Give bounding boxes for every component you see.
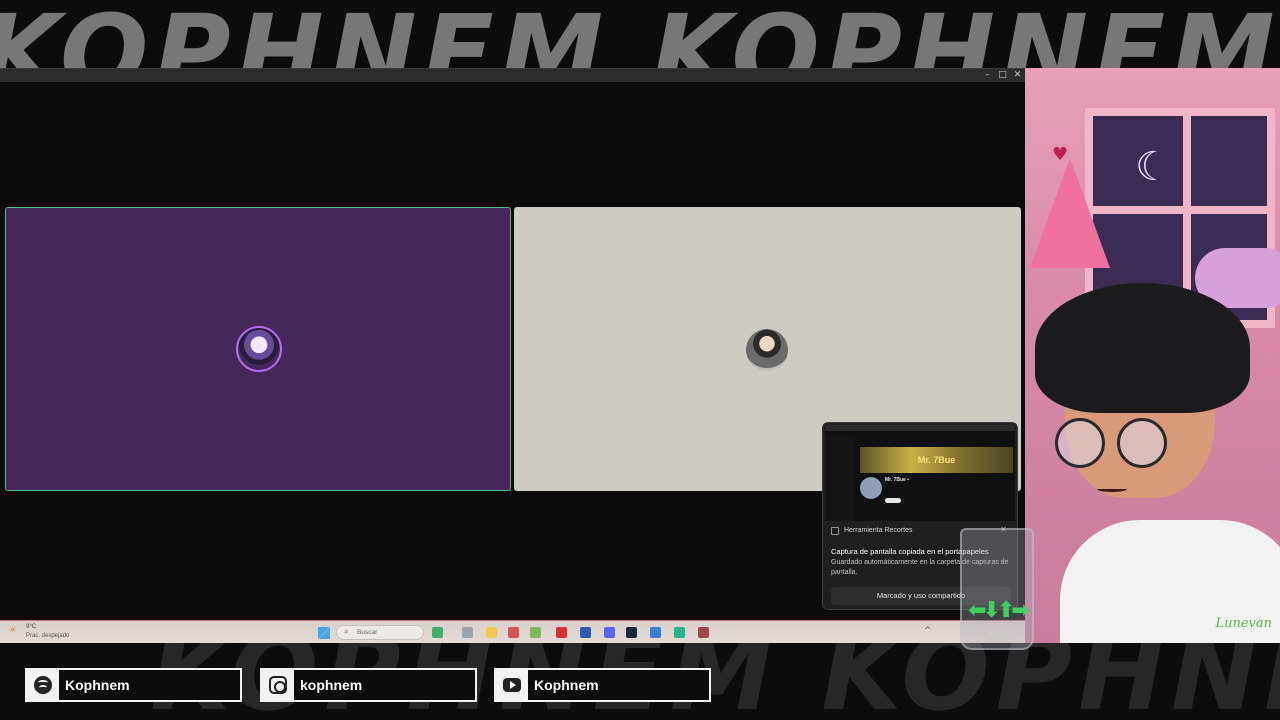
store-icon[interactable] xyxy=(508,627,519,638)
word-icon[interactable] xyxy=(580,627,591,638)
game-icon[interactable] xyxy=(698,627,709,638)
spotify-badge: Kophnem xyxy=(25,668,242,702)
preview-channel-name: Mr. 7Bue • xyxy=(885,477,909,483)
heart-icon: ♥ xyxy=(1052,144,1069,165)
spotify-icon xyxy=(34,676,52,694)
tray-chevron-icon[interactable]: ^ xyxy=(924,626,932,636)
instagram-icon xyxy=(269,676,287,694)
spotify-handle: Kophnem xyxy=(65,677,130,693)
lamp-icon xyxy=(1030,158,1110,268)
glasses-lens-left xyxy=(1055,418,1105,468)
preview-channel-avatar xyxy=(860,477,882,499)
preview-subscribe-button xyxy=(885,498,901,503)
social-icon-box xyxy=(27,670,59,700)
weather-description[interactable]: Prac. despejado xyxy=(26,633,69,639)
search-icon: ⌕ xyxy=(344,627,349,636)
character-mouth xyxy=(1097,486,1127,492)
folder-icon[interactable] xyxy=(486,627,497,638)
arrow-keys-icon: ⬅⬇⬆➡ xyxy=(968,598,1030,623)
weather-temperature[interactable]: 9°C xyxy=(26,624,36,630)
youtube-handle: Kophnem xyxy=(534,677,599,693)
character-hair xyxy=(1035,283,1250,413)
preview-channel-banner: Mr. 7Bue xyxy=(860,447,1013,473)
minecraft-icon[interactable] xyxy=(530,627,541,638)
brave-icon[interactable] xyxy=(556,627,567,638)
clock-date[interactable]: 4/9/2023 xyxy=(988,632,1011,638)
screenshot-preview[interactable]: Mr. 7Bue Mr. 7Bue • xyxy=(825,425,1015,521)
instagram-handle: kophnem xyxy=(300,677,363,693)
user-avatar-icon xyxy=(746,329,788,371)
maximize-button[interactable]: □ xyxy=(995,69,1010,82)
close-button[interactable]: ✕ xyxy=(1010,69,1025,82)
search-placeholder: Buscar xyxy=(357,629,378,636)
discord-icon[interactable] xyxy=(604,627,615,638)
instagram-badge: kophnem xyxy=(260,668,477,702)
file-manager-icon[interactable] xyxy=(432,627,443,638)
notification-app-name: Herramienta Recortes xyxy=(844,527,913,534)
minimize-button[interactable]: – xyxy=(980,69,995,82)
social-icon-box xyxy=(496,670,528,700)
start-menu-icon[interactable] xyxy=(318,627,330,639)
spotify-icon[interactable] xyxy=(674,627,685,638)
taskbar-search[interactable]: ⌕ Buscar xyxy=(336,625,424,640)
window-title-bar[interactable]: – □ ✕ xyxy=(0,69,1025,82)
preview-browser-tabs xyxy=(825,425,1015,431)
moon-icon: ☾ xyxy=(1135,144,1171,190)
glasses-lens-right xyxy=(1117,418,1167,468)
task-view-icon[interactable] xyxy=(462,627,473,638)
stream-overlay: KOPHNEM KOPHNEM KOPHNEM KOPHNEM – □ ✕ ☾ … xyxy=(0,0,1280,720)
vtuber-character-art: ☾ ♥ Lunevan xyxy=(1025,68,1280,643)
preview-sidebar xyxy=(825,437,855,521)
weather-sun-icon[interactable]: ☀ xyxy=(8,625,17,636)
participant-tile-1[interactable] xyxy=(5,207,511,491)
youtube-badge: Kophnem xyxy=(494,668,711,702)
character-glasses xyxy=(1055,418,1175,468)
artist-signature: Lunevan xyxy=(1215,616,1272,631)
app-icon[interactable] xyxy=(650,627,661,638)
taskbar: ☀ 9°C Prac. despejado ⌕ Buscar ^ xyxy=(0,620,1025,643)
snipping-tool-icon xyxy=(831,527,839,535)
youtube-icon xyxy=(503,678,521,692)
steam-icon[interactable] xyxy=(626,627,637,638)
user-avatar-icon xyxy=(236,326,282,372)
social-icon-box xyxy=(262,670,294,700)
art-window-bar-horizontal xyxy=(1093,206,1267,214)
